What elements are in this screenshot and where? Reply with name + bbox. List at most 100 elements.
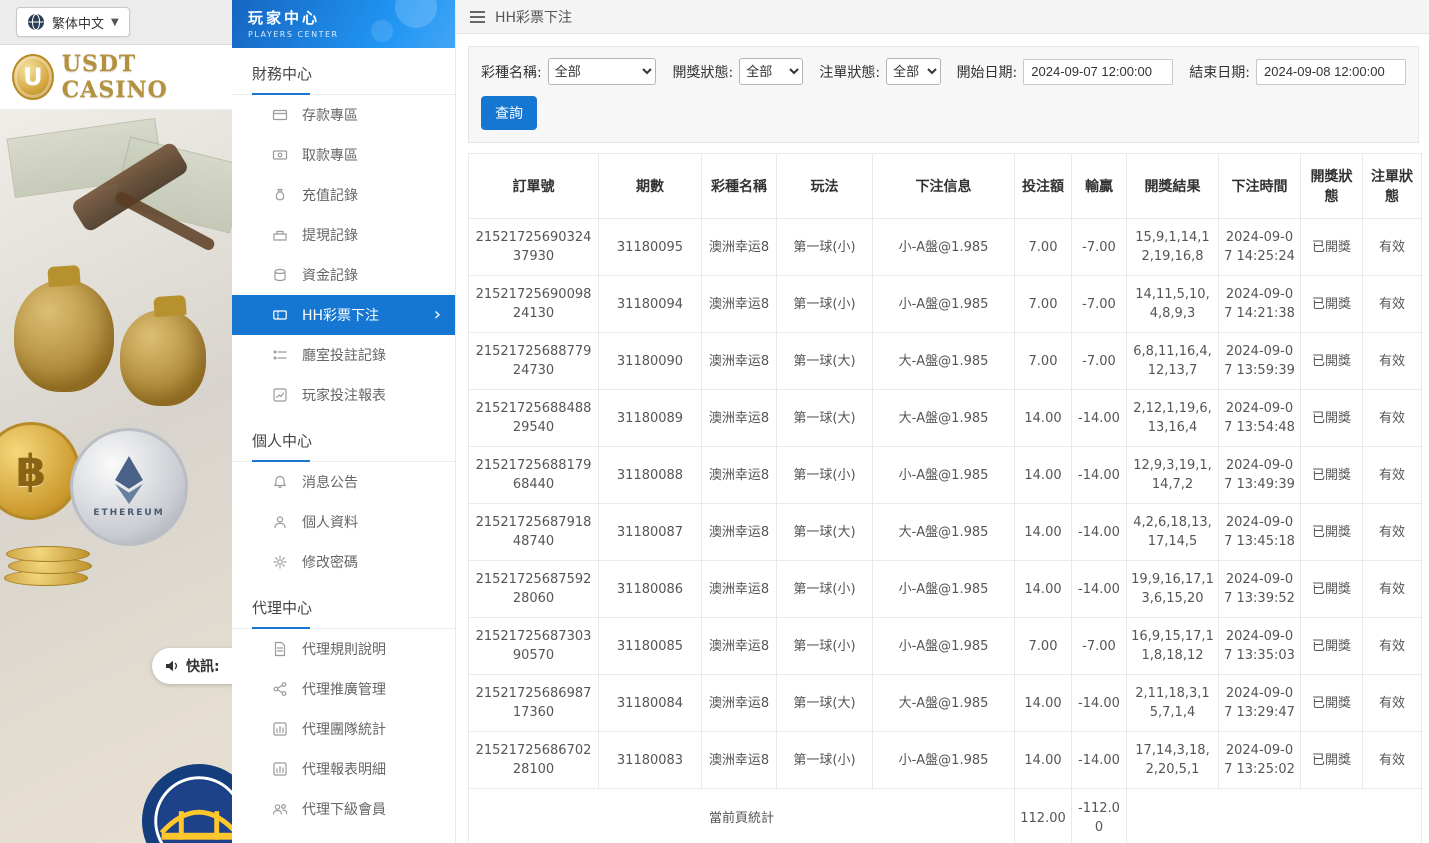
- bet-table-body: 215217256903243793031180095澳洲幸运8第一球(小)小-…: [469, 219, 1422, 843]
- cell-bet-time: 2024-09-07 13:45:18: [1219, 504, 1301, 561]
- news-ticker[interactable]: 快訊:: [152, 648, 232, 684]
- column-header: 注單狀態: [1363, 154, 1422, 219]
- sidebar-item-label: 代理規則說明: [302, 639, 386, 659]
- sidebar-item[interactable]: 存款專區: [232, 95, 455, 135]
- gear-icon: [272, 554, 288, 570]
- section-title: 財務中心: [232, 63, 455, 95]
- cell-bet-amount: 7.00: [1015, 618, 1072, 675]
- chevron-right-icon: ›: [434, 306, 441, 324]
- sidebar-item[interactable]: 廳室投註記錄: [232, 335, 455, 375]
- content: 彩種名稱: 全部 開獎狀態: 全部 注單狀態: 全部 開始日期: 結束日期: 查…: [456, 34, 1429, 843]
- cell-order-no: 2152172568698717360: [469, 675, 599, 732]
- sidebar-item[interactable]: 取款專區: [232, 135, 455, 175]
- sidebar-item-label: 代理團隊統計: [302, 719, 386, 739]
- sidebar: 玩家中心 PLAYERS CENTER 財務中心存款專區取款專區充值記錄提現記錄…: [232, 0, 456, 843]
- cell-period: 31180085: [599, 618, 702, 675]
- cell-bet-info: 小-A盤@1.985: [873, 618, 1015, 675]
- sidebar-item[interactable]: 充值記錄: [232, 175, 455, 215]
- sidebar-item[interactable]: 代理報表明細: [232, 749, 455, 789]
- cell-play: 第一球(小): [777, 732, 873, 789]
- sidebar-item[interactable]: 玩家投注報表: [232, 375, 455, 415]
- ethereum-label: ETHEREUM: [93, 508, 164, 518]
- sidebar-item[interactable]: HH彩票下注›: [232, 295, 455, 335]
- cell-draw-result: 12,9,3,19,1,14,7,2: [1127, 447, 1219, 504]
- search-button[interactable]: 查詢: [481, 96, 537, 130]
- cell-bet-info: 大-A盤@1.985: [873, 675, 1015, 732]
- sidebar-item[interactable]: 個人資料: [232, 502, 455, 542]
- column-header: 開獎狀態: [1301, 154, 1363, 219]
- cell-order-status: 有效: [1363, 504, 1422, 561]
- cell-play: 第一球(大): [777, 390, 873, 447]
- cell-play: 第一球(小): [777, 561, 873, 618]
- promo-background: ฿ ETHEREUM 快訊:: [0, 110, 232, 843]
- start-date-input[interactable]: [1023, 59, 1173, 85]
- cell-win-loss: -7.00: [1072, 618, 1127, 675]
- site-logo[interactable]: U USDT CASINO: [0, 45, 232, 110]
- cell-bet-time: 2024-09-07 13:35:03: [1219, 618, 1301, 675]
- cell-draw-status: 已開獎: [1301, 390, 1363, 447]
- end-date-input[interactable]: [1256, 59, 1406, 85]
- cell-bet-info: 大-A盤@1.985: [873, 333, 1015, 390]
- bet-records-table: 訂單號期數彩種名稱玩法下注信息投注額輸贏開獎結果下注時間開獎狀態注單狀態 215…: [468, 153, 1422, 843]
- draw-status-select[interactable]: 全部: [739, 58, 803, 85]
- list-icon: [272, 347, 288, 363]
- table-row: 215217256884882954031180089澳洲幸运8第一球(大)大-…: [469, 390, 1422, 447]
- speaker-icon: [164, 658, 180, 674]
- cell-period: 31180086: [599, 561, 702, 618]
- user-icon: [272, 514, 288, 530]
- sidebar-item[interactable]: 代理團隊統計: [232, 709, 455, 749]
- cell-play: 第一球(大): [777, 675, 873, 732]
- cell-bet-info: 小-A盤@1.985: [873, 561, 1015, 618]
- sidebar-item[interactable]: 代理規則說明: [232, 629, 455, 669]
- cell-draw-status: 已開獎: [1301, 675, 1363, 732]
- cell-draw-result: 14,11,5,10,4,8,9,3: [1127, 276, 1219, 333]
- main-topbar: HH彩票下注: [456, 0, 1429, 34]
- cell-win-loss: -14.00: [1072, 561, 1127, 618]
- cell-bet-amount: 7.00: [1015, 333, 1072, 390]
- cell-play: 第一球(小): [777, 447, 873, 504]
- cell-draw-status: 已開獎: [1301, 219, 1363, 276]
- language-selector[interactable]: 繁体中文 ▼: [16, 7, 130, 37]
- cell-order-no: 2152172569032437930: [469, 219, 599, 276]
- cash-out-icon: [272, 227, 288, 243]
- sidebar-item[interactable]: 資金記錄: [232, 255, 455, 295]
- lottery-ticket-icon: [272, 307, 288, 323]
- language-label: 繁体中文: [52, 13, 104, 32]
- cell-bet-info: 大-A盤@1.985: [873, 390, 1015, 447]
- cell-draw-result: 2,12,1,19,6,13,16,4: [1127, 390, 1219, 447]
- cell-bet-info: 小-A盤@1.985: [873, 447, 1015, 504]
- table-row: 215217256873039057031180085澳洲幸运8第一球(小)小-…: [469, 618, 1422, 675]
- cell-order-status: 有效: [1363, 219, 1422, 276]
- sidebar-item-label: 代理推廣管理: [302, 679, 386, 699]
- lottery-name-select[interactable]: 全部: [548, 58, 657, 85]
- table-row: 215217256903243793031180095澳洲幸运8第一球(小)小-…: [469, 219, 1422, 276]
- sidebar-item[interactable]: 提現記錄: [232, 215, 455, 255]
- sidebar-menu: 財務中心存款專區取款專區充值記錄提現記錄資金記錄HH彩票下注›廳室投註記錄玩家投…: [232, 48, 455, 843]
- hamburger-menu-icon[interactable]: [470, 16, 485, 18]
- cell-draw-result: 4,2,6,18,13,17,14,5: [1127, 504, 1219, 561]
- cell-bet-time: 2024-09-07 13:49:39: [1219, 447, 1301, 504]
- money-bag-image: [14, 280, 114, 392]
- cell-lottery-name: 澳洲幸运8: [702, 561, 777, 618]
- news-label: 快訊:: [186, 656, 220, 676]
- summary-bet-amount: 112.00: [1015, 789, 1072, 843]
- order-status-select[interactable]: 全部: [886, 58, 940, 85]
- summary-win-loss: -112.00: [1072, 789, 1127, 843]
- cell-bet-amount: 14.00: [1015, 732, 1072, 789]
- sidebar-item[interactable]: 消息公告: [232, 462, 455, 502]
- sidebar-item[interactable]: 代理下級會員: [232, 789, 455, 829]
- cell-win-loss: -14.00: [1072, 390, 1127, 447]
- column-header: 下注時間: [1219, 154, 1301, 219]
- sidebar-item-label: 修改密碼: [302, 552, 358, 572]
- sidebar-item[interactable]: 代理推廣管理: [232, 669, 455, 709]
- cell-lottery-name: 澳洲幸运8: [702, 333, 777, 390]
- cell-order-no: 2152172568877924730: [469, 333, 599, 390]
- cell-order-no: 2152172568817968440: [469, 447, 599, 504]
- filter-panel: 彩種名稱: 全部 開獎狀態: 全部 注單狀態: 全部 開始日期: 結束日期: 查…: [468, 46, 1419, 143]
- sidebar-item[interactable]: 修改密碼: [232, 542, 455, 582]
- cell-win-loss: -7.00: [1072, 333, 1127, 390]
- cell-lottery-name: 澳洲幸运8: [702, 504, 777, 561]
- money-bag-image: [120, 310, 206, 406]
- table-wrap: 訂單號期數彩種名稱玩法下注信息投注額輸贏開獎結果下注時間開獎狀態注單狀態 215…: [468, 153, 1419, 843]
- lottery-name-label: 彩種名稱:: [481, 62, 542, 82]
